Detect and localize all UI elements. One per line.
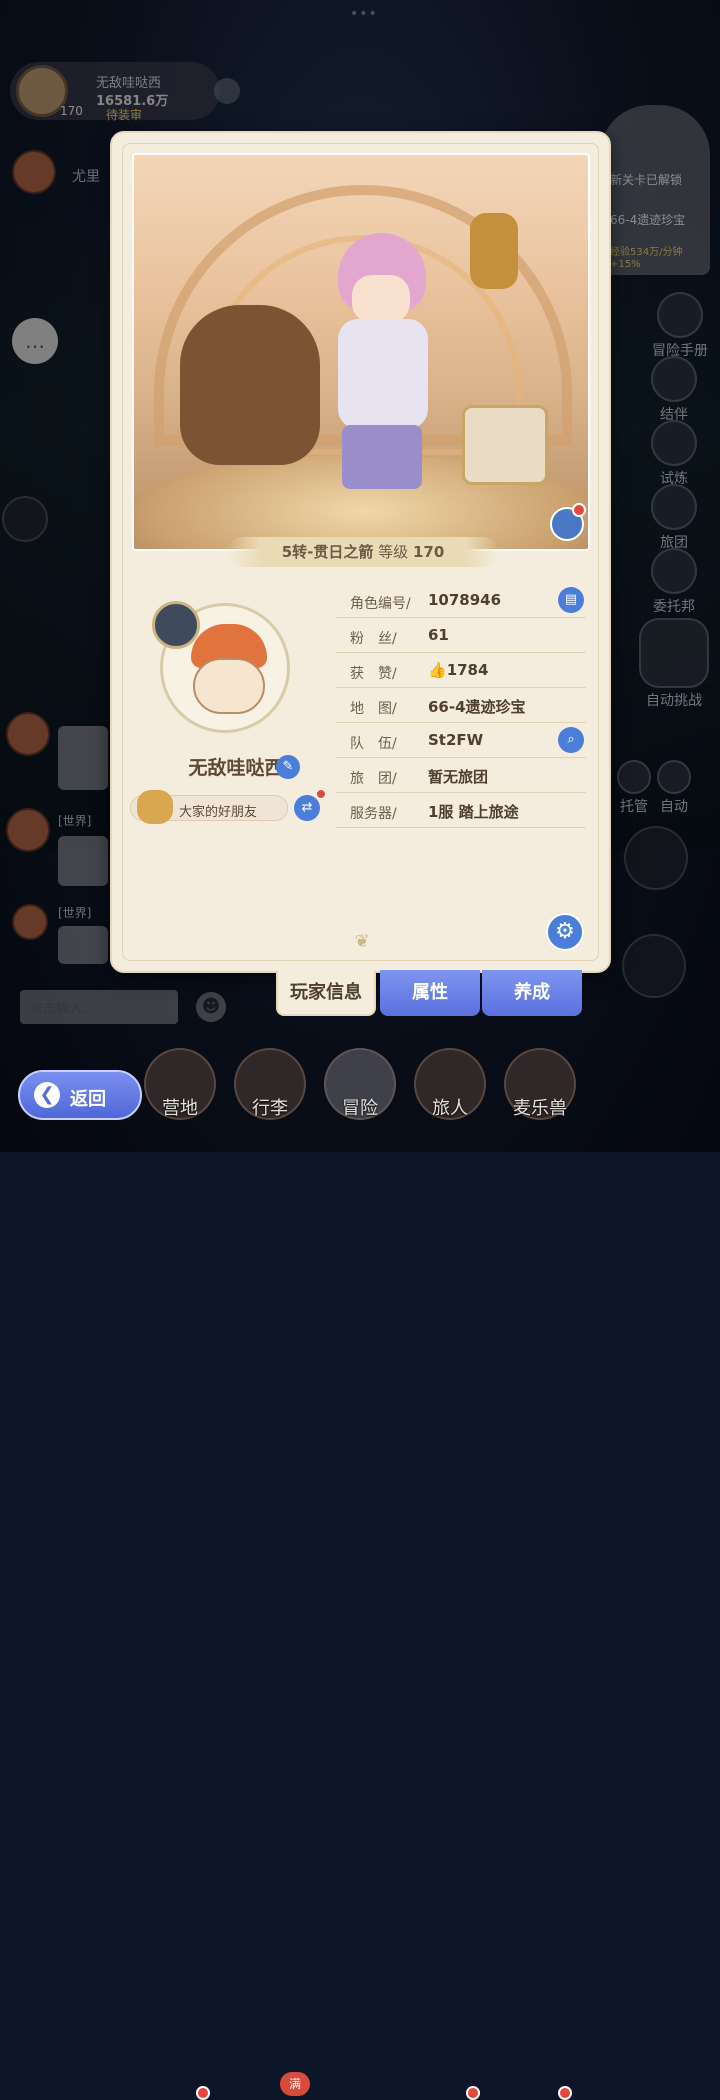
back-arrow-icon: ❮ bbox=[34, 1082, 60, 1108]
nav-pets-label: 麦乐兽 bbox=[513, 1098, 567, 1119]
info-value: 66-4遗迹珍宝 bbox=[428, 698, 526, 716]
settings-gear-icon[interactable]: ⚙ bbox=[546, 913, 584, 951]
thumbs-up-icon: 👍 bbox=[428, 661, 447, 679]
info-value: 1服 踏上旅途 bbox=[428, 803, 519, 821]
character-face bbox=[352, 275, 410, 323]
info-key: 旅 团/ bbox=[350, 771, 397, 787]
info-row-likes: 获 赞/ 👍1784 bbox=[336, 653, 586, 688]
info-table: 角色编号/ 1078946 ▤ 粉 丝/ 61 获 赞/ 👍1784 地 图/ … bbox=[336, 583, 586, 828]
search-team-icon[interactable]: ⌕ bbox=[558, 727, 584, 753]
nav-travelers[interactable]: 旅人 bbox=[410, 1044, 490, 1144]
character-scene bbox=[132, 153, 590, 551]
info-value: 暂无旅团 bbox=[428, 768, 489, 786]
profile-card: 5转-贯日之箭 等级 170 无敌哇哒西 ✎ 大家的好朋友 ⇄ 角色编号/ 10… bbox=[110, 131, 611, 973]
back-label: 返回 bbox=[70, 1089, 106, 1110]
likes-count: 1784 bbox=[446, 661, 489, 679]
notification-dot bbox=[466, 2086, 480, 2100]
info-value-likes: 👍1784 bbox=[428, 661, 488, 679]
nav-adventure-label: 冒险 bbox=[342, 1098, 378, 1119]
class-title: 5转-贯日之箭 bbox=[281, 543, 374, 561]
copy-id-icon[interactable]: ▤ bbox=[558, 587, 584, 613]
avatar-body bbox=[193, 658, 265, 714]
profile-tabs: 玩家信息 属性 养成 bbox=[276, 970, 586, 1016]
character-body bbox=[338, 319, 428, 429]
info-key: 服务器/ bbox=[350, 806, 397, 822]
info-key: 地 图/ bbox=[350, 701, 397, 717]
notification-dot bbox=[558, 2086, 572, 2100]
info-row-map: 地 图/ 66-4遗迹珍宝 bbox=[336, 688, 586, 723]
friend-badge-icon bbox=[137, 790, 173, 824]
notification-dot bbox=[316, 789, 326, 799]
character-legs bbox=[342, 425, 422, 489]
box-pet bbox=[462, 405, 548, 485]
info-value: 61 bbox=[428, 626, 449, 644]
cat-pet bbox=[470, 213, 518, 289]
tab-attributes[interactable]: 属性 bbox=[380, 970, 480, 1016]
info-key: 队 伍/ bbox=[350, 736, 397, 752]
player-character bbox=[322, 225, 442, 489]
swap-title-icon[interactable]: ⇄ bbox=[294, 795, 320, 821]
info-row-id: 角色编号/ 1078946 ▤ bbox=[336, 583, 586, 618]
nav-camp-label: 营地 bbox=[162, 1098, 198, 1119]
nav-luggage[interactable]: 行李 bbox=[230, 1044, 310, 1144]
level-value: 170 bbox=[412, 543, 445, 561]
info-row-fans: 粉 丝/ 61 bbox=[336, 618, 586, 653]
info-row-guild: 旅 团/ 暂无旅团 bbox=[336, 758, 586, 793]
info-key: 粉 丝/ bbox=[350, 631, 397, 647]
level-label: 等级 bbox=[378, 543, 409, 561]
tab-growth[interactable]: 养成 bbox=[482, 970, 582, 1016]
tab-player-info[interactable]: 玩家信息 bbox=[276, 970, 376, 1016]
class-level-ribbon: 5转-贯日之箭 等级 170 bbox=[228, 537, 498, 567]
nav-camp[interactable]: 营地 bbox=[140, 1044, 220, 1144]
nav-luggage-label: 行李 bbox=[252, 1098, 288, 1119]
notification-dot bbox=[196, 2086, 210, 2100]
info-value: St2FW bbox=[428, 731, 484, 749]
capybara-mount bbox=[180, 305, 320, 465]
nav-travelers-label: 旅人 bbox=[432, 1098, 468, 1119]
info-key: 角色编号/ bbox=[350, 596, 411, 612]
notification-dot bbox=[572, 503, 586, 517]
info-row-team: 队 伍/ St2FW ⌕ bbox=[336, 723, 586, 758]
nav-adventure[interactable]: 冒险 bbox=[320, 1044, 400, 1144]
full-badge: 满 bbox=[280, 2072, 310, 2096]
friend-title-tag: 大家的好朋友 bbox=[130, 790, 288, 824]
info-row-server: 服务器/ 1服 踏上旅途 bbox=[336, 793, 586, 828]
friend-title: 大家的好朋友 bbox=[179, 805, 258, 820]
rank-emblem-icon bbox=[152, 601, 200, 649]
info-value: 1078946 bbox=[428, 591, 502, 609]
ornament-icon: ❦ bbox=[354, 931, 370, 952]
info-key: 获 赞/ bbox=[350, 666, 397, 682]
edit-name-icon[interactable]: ✎ bbox=[276, 755, 300, 779]
nav-pets[interactable]: 麦乐兽 bbox=[500, 1044, 580, 1144]
back-button[interactable]: ❮ 返回 bbox=[18, 1070, 142, 1120]
